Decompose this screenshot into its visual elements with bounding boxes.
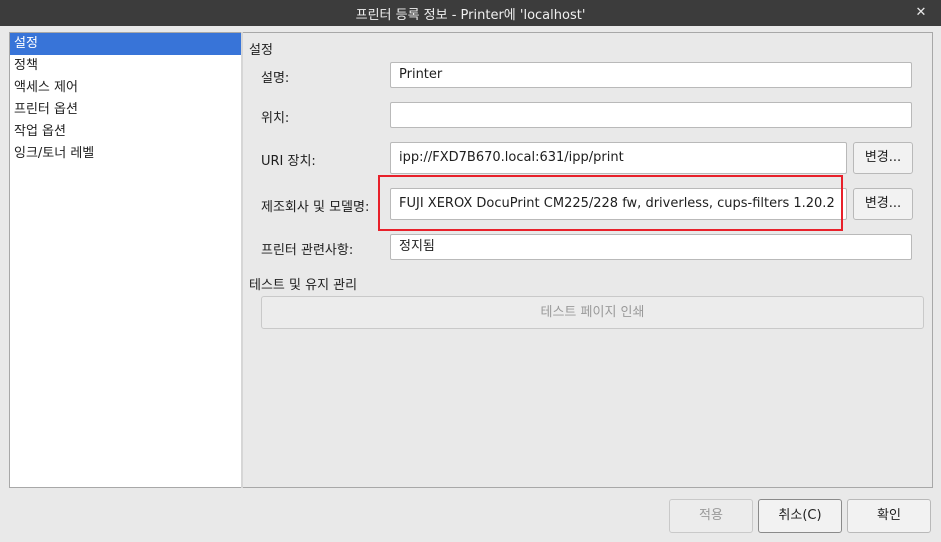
make-model-change-button[interactable]: 변경... (853, 188, 913, 220)
apply-button[interactable]: 적용 (669, 499, 753, 533)
print-test-page-button[interactable]: 테스트 페이지 인쇄 (261, 296, 924, 329)
make-model-label: 제조회사 및 모델명: (261, 200, 370, 215)
window-title: 프린터 등록 정보 - Printer에 'localhost' (355, 7, 586, 23)
sidebar-item-access-control[interactable]: 액세스 제어 (10, 77, 241, 99)
sidebar-item-ink-toner-levels[interactable]: 잉크/토너 레벨 (10, 143, 241, 165)
window-titlebar: 프린터 등록 정보 - Printer에 'localhost' ✕ (0, 0, 941, 26)
location-field[interactable] (390, 102, 912, 128)
uri-change-button[interactable]: 변경... (853, 142, 913, 174)
printer-state-label: 프린터 관련사항: (261, 243, 354, 258)
make-model-field[interactable]: FUJI XEROX DocuPrint CM225/228 fw, drive… (390, 188, 847, 220)
ok-button[interactable]: 확인 (847, 499, 931, 533)
uri-field[interactable]: ipp://FXD7B670.local:631/ipp/print (390, 142, 847, 174)
settings-section-title: 설정 (249, 43, 273, 58)
sidebar-item-policies[interactable]: 정책 (10, 55, 241, 77)
sidebar: 설정 정책 액세스 제어 프린터 옵션 작업 옵션 잉크/토너 레벨 (9, 32, 242, 488)
cancel-button[interactable]: 취소(C) (758, 499, 842, 533)
uri-label: URI 장치: (261, 154, 316, 169)
close-icon[interactable]: ✕ (913, 5, 929, 21)
sidebar-item-job-options[interactable]: 작업 옵션 (10, 121, 241, 143)
description-field[interactable]: Printer (390, 62, 912, 88)
settings-panel: 설정 설명: Printer 위치: URI 장치: ipp://FXD7B67… (243, 32, 933, 488)
sidebar-item-settings[interactable]: 설정 (10, 33, 241, 55)
description-label: 설명: (261, 71, 290, 86)
maintenance-section-title: 테스트 및 유지 관리 (249, 278, 358, 293)
sidebar-item-printer-options[interactable]: 프린터 옵션 (10, 99, 241, 121)
printer-state-field[interactable]: 정지됨 (390, 234, 912, 260)
location-label: 위치: (261, 111, 290, 126)
